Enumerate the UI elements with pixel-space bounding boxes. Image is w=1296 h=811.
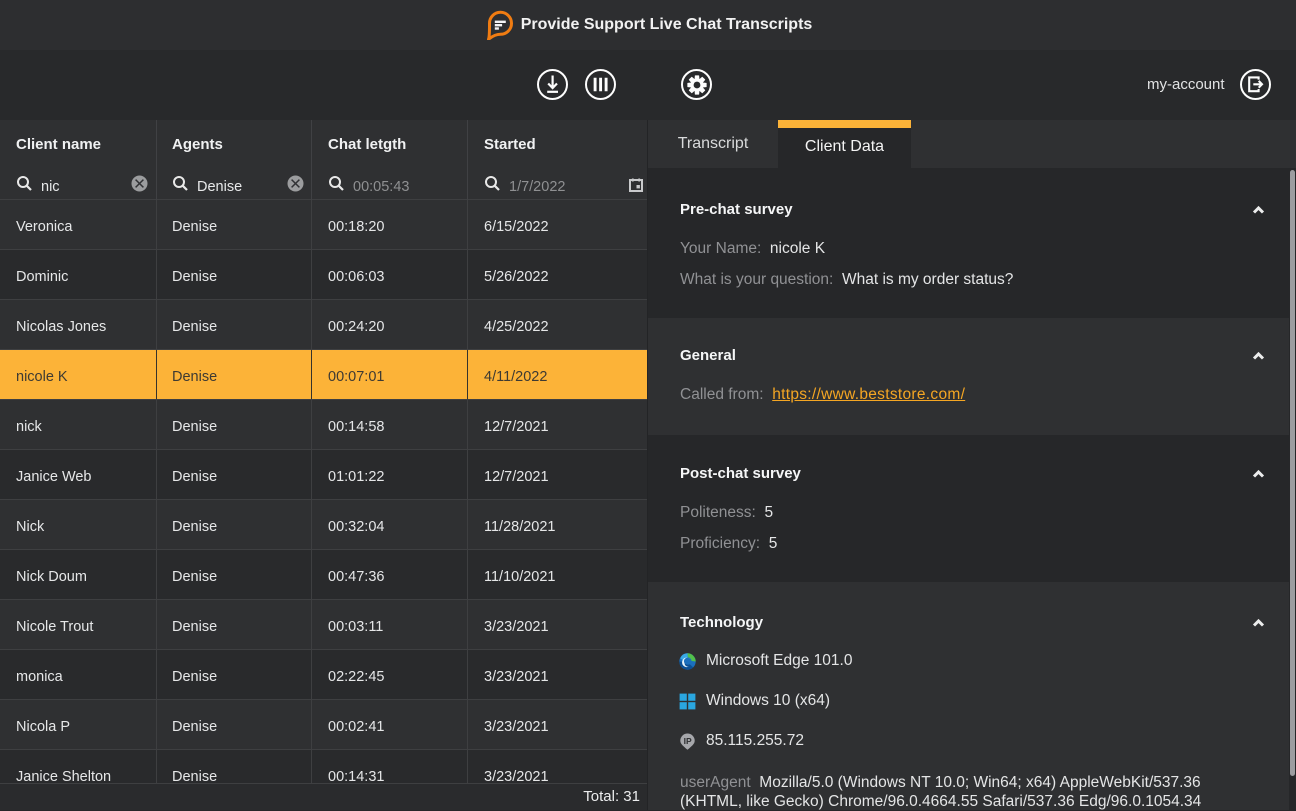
svg-text:IP: IP bbox=[684, 736, 692, 746]
